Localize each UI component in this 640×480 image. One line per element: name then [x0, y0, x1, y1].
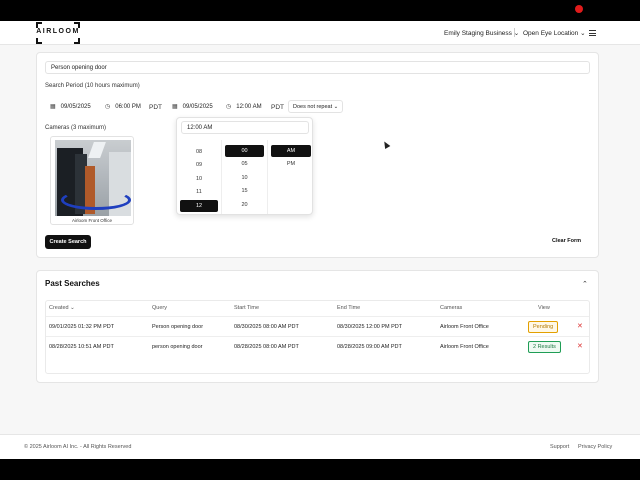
- end-time-cell: 08/28/2025 09:00 AM PDT: [337, 344, 402, 350]
- hour-option[interactable]: 10: [180, 173, 218, 185]
- column-header-cameras: Cameras: [440, 305, 463, 311]
- chevron-down-icon: ⌄: [333, 104, 339, 110]
- chevron-up-icon[interactable]: ⌃: [582, 280, 588, 288]
- recording-indicator: [575, 5, 583, 13]
- camera-tile[interactable]: Airloom Front Office: [50, 136, 134, 225]
- start-time-cell: 08/30/2025 08:00 AM PDT: [234, 324, 299, 330]
- created-cell: 08/28/2025 10:51 AM PDT: [49, 344, 114, 350]
- airloom-logo[interactable]: AIRLOOM: [36, 22, 80, 44]
- copyright-text: © 2025 Airloom AI Inc. - All Rights Rese…: [24, 444, 132, 450]
- end-date-value: 09/05/2025: [182, 103, 213, 110]
- logo-corner: [36, 38, 42, 44]
- end-time-cell: 08/30/2025 12:00 PM PDT: [337, 324, 403, 330]
- support-link[interactable]: Support: [550, 444, 569, 450]
- period-option[interactable]: PM: [271, 158, 311, 170]
- start-timezone: PDT: [149, 104, 162, 111]
- hamburger-menu-icon[interactable]: [589, 30, 596, 38]
- location-selector[interactable]: Open Eye Location ⌄: [523, 29, 586, 37]
- created-cell: 09/01/2025 01:32 PM PDT: [49, 324, 115, 330]
- clear-form-button[interactable]: Clear Form: [552, 238, 581, 244]
- past-searches-title: Past Searches: [45, 279, 100, 288]
- past-searches-table: Created ⌄ Query Start Time End Time Came…: [45, 300, 590, 374]
- column-header-query: Query: [152, 305, 167, 311]
- minute-option[interactable]: 15: [225, 185, 264, 197]
- minute-option[interactable]: 10: [225, 172, 264, 184]
- logo-text: AIRLOOM: [36, 28, 80, 35]
- minute-option[interactable]: 20: [225, 199, 264, 211]
- hour-option[interactable]: 11: [180, 186, 218, 198]
- cameras-label: Cameras (3 maximum): [45, 125, 107, 131]
- clock-icon: ◷: [226, 104, 232, 110]
- location-name: Open Eye Location: [523, 30, 579, 37]
- hour-column[interactable]: 08 09 10 11 12: [177, 140, 222, 214]
- logo-corner: [74, 38, 80, 44]
- start-time-picker[interactable]: ◷ 06:00 PM: [100, 100, 146, 113]
- end-time-value: 12:00 AM: [236, 103, 262, 110]
- start-time-value: 06:00 PM: [115, 103, 141, 110]
- table-row[interactable]: 08/28/2025 10:51 AM PDT person opening d…: [46, 336, 589, 356]
- column-header-end-time: End Time: [337, 305, 361, 311]
- org-name: Emily Staging Business: [444, 30, 512, 37]
- time-picker-dropdown: 12:00 AM 08 09 10 11 12 00 05 10 15 20 A…: [176, 117, 313, 215]
- camera-cell: Airloom Front Office: [440, 324, 489, 330]
- period-column[interactable]: AM PM: [268, 140, 312, 214]
- minute-option[interactable]: 05: [225, 158, 264, 170]
- privacy-policy-link[interactable]: Privacy Policy: [578, 444, 612, 450]
- minute-column[interactable]: 00 05 10 15 20: [222, 140, 268, 214]
- status-badge[interactable]: Pending: [528, 321, 559, 333]
- start-date-picker[interactable]: ▦ 09/05/2025: [45, 100, 96, 113]
- footer: © 2025 Airloom AI Inc. - All Rights Rese…: [0, 434, 640, 459]
- start-date-value: 09/05/2025: [60, 103, 91, 110]
- hour-option[interactable]: 09: [180, 159, 218, 171]
- org-selector[interactable]: Emily Staging Business ⌄: [444, 29, 519, 37]
- divider: [514, 28, 515, 37]
- search-period-label: Search Period (10 hours maximum): [45, 83, 140, 89]
- repeat-select[interactable]: Does not repeat ⌄: [288, 100, 344, 113]
- top-bar: AIRLOOM Emily Staging Business ⌄ Open Ey…: [0, 21, 640, 45]
- column-header-created[interactable]: Created ⌄: [49, 301, 75, 316]
- calendar-icon: ▦: [50, 104, 56, 110]
- end-date-picker[interactable]: ▦ 09/05/2025: [167, 100, 218, 113]
- column-header-view: View: [538, 305, 550, 311]
- hour-option-selected[interactable]: 12: [180, 200, 218, 212]
- chevron-down-icon: ⌄: [580, 30, 586, 37]
- period-option-selected[interactable]: AM: [271, 145, 311, 157]
- results-badge[interactable]: 2 Results: [528, 341, 561, 353]
- end-timezone: PDT: [271, 104, 284, 111]
- clock-icon: ◷: [105, 104, 111, 110]
- delete-icon[interactable]: ✕: [577, 317, 583, 337]
- camera-name: Airloom Front Office: [72, 218, 112, 223]
- end-time-picker[interactable]: ◷ 12:00 AM: [221, 100, 267, 113]
- repeat-value: Does not repeat: [293, 104, 333, 110]
- column-header-start-time: Start Time: [234, 305, 260, 311]
- calendar-icon: ▦: [172, 104, 178, 110]
- time-picker-input[interactable]: 12:00 AM: [181, 121, 309, 134]
- delete-icon[interactable]: ✕: [577, 337, 583, 357]
- sort-down-icon: ⌄: [70, 305, 75, 311]
- app-window: AIRLOOM Emily Staging Business ⌄ Open Ey…: [0, 21, 640, 459]
- query-cell: Person opening door: [152, 324, 204, 330]
- query-cell: person opening door: [152, 344, 203, 350]
- minute-option-selected[interactable]: 00: [225, 145, 264, 157]
- start-time-cell: 08/28/2025 08:00 AM PDT: [234, 344, 299, 350]
- camera-cell: Airloom Front Office: [440, 344, 489, 350]
- create-search-button[interactable]: Create Search: [45, 235, 91, 249]
- hour-option[interactable]: 08: [180, 146, 218, 158]
- search-query-input[interactable]: Person opening door: [45, 61, 590, 74]
- table-row[interactable]: 09/01/2025 01:32 PM PDT Person opening d…: [46, 316, 589, 336]
- camera-thumbnail: [55, 140, 131, 216]
